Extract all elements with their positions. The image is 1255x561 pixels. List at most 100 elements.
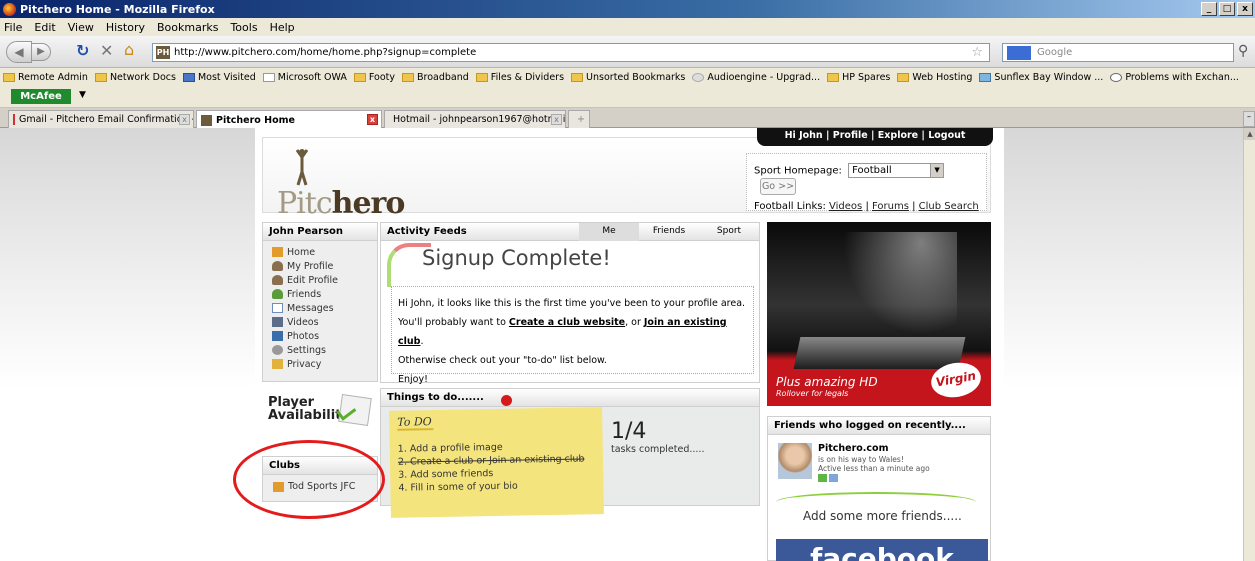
sidebar-item-settings[interactable]: Settings [263, 343, 377, 357]
tasks-progress-caption: tasks completed..... [611, 444, 705, 455]
menu-bookmarks[interactable]: Bookmarks [157, 21, 218, 34]
menu-help[interactable]: Help [270, 21, 295, 34]
bookmark-item[interactable]: HP Spares [827, 72, 890, 83]
sidebar-item-videos[interactable]: Videos [263, 315, 377, 329]
search-icon[interactable]: ⚲ [1238, 43, 1248, 59]
tab-gmail[interactable]: Gmail - Pitchero Email Confirmation - Jo… [8, 110, 194, 128]
advert-legal[interactable]: Rollover for legals [776, 389, 848, 398]
close-tab-icon[interactable]: x [551, 114, 562, 125]
tab-bar: Gmail - Pitchero Email Confirmation - Jo… [0, 108, 1255, 129]
forward-button[interactable]: ▶ [31, 43, 51, 61]
chevron-down-icon[interactable]: ▼ [79, 90, 86, 100]
bookmark-star-icon[interactable]: ☆ [971, 45, 983, 60]
google-engine-icon[interactable] [1007, 45, 1031, 60]
menu-bar: File Edit View History Bookmarks Tools H… [0, 18, 1255, 36]
sport-select[interactable]: Football ▼ [848, 163, 945, 178]
bookmark-item[interactable]: Unsorted Bookmarks [571, 72, 685, 83]
friends-title: Friends who logged on recently.... [768, 417, 990, 435]
sidebar-item-my-profile[interactable]: My Profile [263, 259, 377, 273]
set-top-box-image [793, 337, 966, 369]
menu-history[interactable]: History [106, 21, 145, 34]
close-window-button[interactable]: x [1237, 2, 1253, 16]
friend-row[interactable]: Pitchero.com is on his way to Wales! Acti… [778, 443, 988, 482]
sidebar-item-messages[interactable]: Messages [263, 301, 377, 315]
pitchero-logo[interactable]: Pitchero [277, 186, 405, 221]
bookmark-item[interactable]: Remote Admin [3, 72, 88, 83]
link-forums[interactable]: Forums [872, 201, 909, 212]
back-button[interactable]: ◀ [6, 41, 32, 63]
menu-view[interactable]: View [68, 21, 94, 34]
tab-sport[interactable]: Sport [699, 223, 759, 241]
user-icon [272, 261, 283, 271]
todo-postit: To DO 1. Add a profile image 2. Create a… [389, 407, 604, 518]
bookmark-item[interactable]: Most Visited [182, 72, 256, 83]
add-more-friends[interactable]: Add some more friends..... [803, 509, 962, 523]
add-friend-icon[interactable] [818, 474, 827, 482]
home-icon[interactable]: ⌂ [124, 40, 134, 59]
stop-icon[interactable]: ✕ [100, 41, 113, 60]
todo-title: Things to do....... [381, 389, 759, 407]
bookmark-item[interactable]: Broadband [402, 72, 469, 83]
sidebar-item-photos[interactable]: Photos [263, 329, 377, 343]
folder-icon [571, 72, 584, 82]
bookmark-item[interactable]: Sunflex Bay Window ... [979, 72, 1103, 83]
close-tab-icon[interactable]: x [179, 114, 190, 125]
tab-list-button[interactable]: – [1243, 111, 1255, 127]
virgin-advert[interactable]: Plus amazing HD Rollover for legals Virg… [767, 222, 991, 406]
new-tab-button[interactable]: + [568, 110, 590, 128]
avatar[interactable] [778, 443, 812, 479]
menu-edit[interactable]: Edit [34, 21, 55, 34]
chevron-down-icon[interactable]: ▼ [930, 164, 944, 177]
reload-icon[interactable]: ↻ [76, 41, 89, 60]
tab-friends[interactable]: Friends [639, 223, 699, 241]
user-links-bar[interactable]: Hi John | Profile | Explore | Logout [757, 128, 993, 146]
bookmark-item[interactable]: Files & Dividers [475, 72, 564, 83]
folder-icon [94, 72, 107, 82]
message-icon[interactable] [829, 474, 838, 482]
menu-tools[interactable]: Tools [230, 21, 257, 34]
close-tab-icon[interactable]: x [367, 114, 378, 125]
menu-file[interactable]: File [4, 21, 22, 34]
bookmark-item[interactable]: Web Hosting [897, 72, 972, 83]
bookmark-item[interactable]: Footy [353, 72, 395, 83]
tab-pitchero-home[interactable]: Pitchero Home x [196, 110, 382, 129]
player-availability-banner[interactable]: Player Availability [262, 388, 378, 438]
sidebar-item-privacy[interactable]: Privacy [263, 357, 377, 371]
link-videos[interactable]: Videos [829, 201, 862, 212]
maximize-button[interactable]: □ [1219, 2, 1235, 16]
go-button[interactable]: Go >> [760, 178, 796, 195]
sidebar-item-friends[interactable]: Friends [263, 287, 377, 301]
site-favicon: PH [156, 46, 170, 59]
advert-spotlight [837, 232, 957, 342]
wordpress-icon [1110, 72, 1123, 82]
todo-item[interactable]: 4. Fill in some of your bio [398, 478, 595, 494]
page-viewport: Pitchero Sport Homepage: Football ▼ Go >>… [0, 128, 1243, 561]
postit-title: To DO [397, 415, 434, 431]
signup-title: Signup Complete! [422, 246, 611, 270]
bookmark-item[interactable]: Audioengine - Upgrad... [692, 72, 820, 83]
vertical-scrollbar[interactable]: ▲ [1243, 128, 1255, 561]
friends-recent-panel: Friends who logged on recently.... Pitch… [767, 416, 991, 561]
link-club-search[interactable]: Club Search [919, 201, 979, 212]
create-club-link[interactable]: Create a club website [509, 317, 625, 328]
site-header: Pitchero Sport Homepage: Football ▼ Go >>… [262, 137, 991, 221]
mcafee-button[interactable]: McAfee [11, 89, 71, 104]
friend-name[interactable]: Pitchero.com [818, 443, 888, 454]
sidebar-item-home[interactable]: Home [263, 245, 377, 259]
url-bar[interactable]: PH http://www.pitchero.com/home/home.php… [152, 43, 990, 62]
tab-hotmail[interactable]: Hotmail - johnpearson1967@hotmail.co... … [384, 110, 566, 128]
bookmark-item[interactable]: Microsoft OWA [262, 72, 347, 83]
activity-feeds-panel: Activity Feeds Me Friends Sport Signup C… [380, 222, 760, 385]
bookmark-item[interactable]: Problems with Exchan... [1110, 72, 1239, 83]
minimize-button[interactable]: _ [1201, 2, 1217, 16]
title-bar: Pitchero Home - Mozilla Firefox _ □ x [0, 0, 1255, 18]
scroll-up-icon[interactable]: ▲ [1244, 128, 1255, 140]
sidebar-item-edit-profile[interactable]: Edit Profile [263, 273, 377, 287]
search-input[interactable]: Google [1002, 43, 1234, 62]
folder-icon [475, 72, 488, 82]
bookmark-item[interactable]: Network Docs [94, 72, 176, 83]
facebook-banner[interactable]: facebook [776, 539, 988, 561]
tab-me[interactable]: Me [579, 223, 639, 241]
search-placeholder: Google [1037, 47, 1073, 58]
pushpin-icon [501, 395, 512, 406]
